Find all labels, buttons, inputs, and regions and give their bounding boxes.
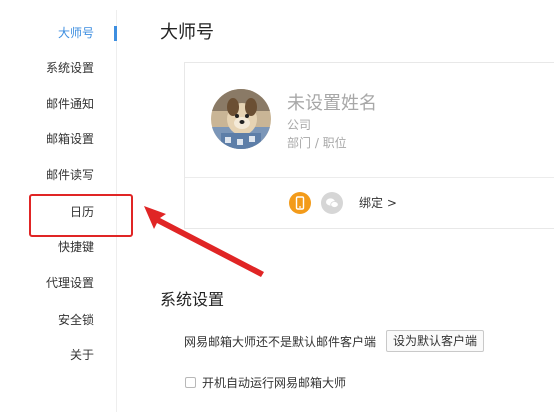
autorun-label[interactable]: 开机自动运行网易邮箱大师 <box>202 376 346 390</box>
avatar[interactable] <box>211 89 271 149</box>
sidebar-item-system-settings[interactable]: 系统设置 <box>46 60 94 76</box>
sidebar-item-shortcuts[interactable]: 快捷键 <box>58 239 94 255</box>
sidebar-item-dashi-account[interactable]: 大师号 <box>58 25 94 41</box>
phone-icon <box>295 196 305 210</box>
profile-company[interactable]: 公司 <box>287 118 311 132</box>
phone-bind-button[interactable] <box>289 192 311 214</box>
system-settings-title: 系统设置 <box>160 290 225 309</box>
default-client-status: 网易邮箱大师还不是默认邮件客户端 <box>184 335 377 349</box>
dog-avatar-icon <box>211 89 271 149</box>
page-title: 大师号 <box>160 22 214 43</box>
sidebar-item-proxy-settings[interactable]: 代理设置 <box>46 275 94 291</box>
card-divider <box>185 177 554 178</box>
bind-link[interactable]: 绑定 > <box>359 196 397 210</box>
profile-department[interactable]: 部门 / 职位 <box>287 136 347 150</box>
set-default-client-button[interactable]: 设为默认客户端 <box>386 330 485 352</box>
autorun-checkbox[interactable] <box>185 377 196 388</box>
annotation-arrow-icon <box>144 206 264 277</box>
wechat-icon <box>326 198 339 208</box>
calendar-highlight-box <box>29 194 133 237</box>
sidebar-item-mailbox-settings[interactable]: 邮箱设置 <box>46 131 94 147</box>
wechat-bind-button[interactable] <box>321 192 343 214</box>
sidebar-item-security-lock[interactable]: 安全锁 <box>58 312 94 328</box>
sidebar-item-mail-notification[interactable]: 邮件通知 <box>46 96 94 112</box>
sidebar-item-mail-read-write[interactable]: 邮件读写 <box>46 167 94 183</box>
sidebar-item-about[interactable]: 关于 <box>70 347 94 363</box>
active-indicator <box>114 26 117 41</box>
profile-name[interactable]: 未设置姓名 <box>287 93 377 115</box>
